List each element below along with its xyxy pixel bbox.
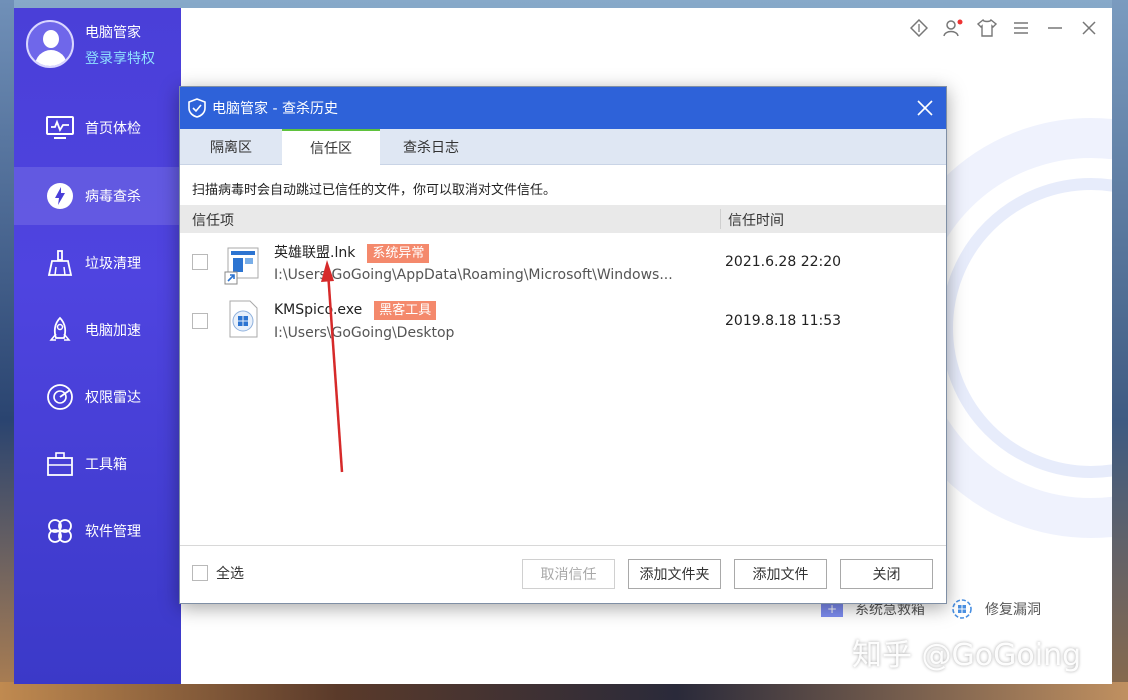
footer-divider — [180, 545, 946, 546]
tab-trust-zone[interactable]: 信任区 — [282, 129, 380, 165]
sidebar-item-junk-clean[interactable]: 垃圾清理 — [14, 234, 181, 292]
tab-quarantine[interactable]: 隔离区 — [180, 129, 282, 165]
tab-scan-log[interactable]: 查杀日志 — [380, 129, 482, 165]
desktop-edge-left — [0, 0, 14, 700]
fix-vulnerability-link[interactable]: 修复漏洞 — [985, 599, 1041, 619]
clover-icon — [45, 516, 75, 546]
shortcut-file-icon — [224, 246, 262, 286]
sidebar-item-software-manager[interactable]: 软件管理 — [14, 502, 181, 560]
sidebar-item-label: 垃圾清理 — [85, 256, 141, 272]
sidebar-item-permission-radar[interactable]: 权限雷达 — [14, 368, 181, 426]
column-divider — [720, 209, 721, 229]
untrust-button[interactable]: 取消信任 — [522, 559, 615, 589]
repair-icon — [951, 598, 973, 620]
sidebar-item-label: 软件管理 — [85, 524, 141, 540]
table-row[interactable]: 英雄联盟.lnk 系统异常 I:\Users\GoGoing\AppData\Ro… — [180, 234, 946, 292]
toolbox-icon — [45, 449, 75, 479]
sidebar-item-virus-scan[interactable]: 病毒查杀 — [14, 167, 181, 225]
dialog-tabs: 隔离区 信任区 查杀日志 — [180, 129, 946, 165]
column-header-item: 信任项 — [192, 213, 234, 229]
sidebar: 电脑管家 登录享特权 首页体检 病毒查杀 垃圾清理 电脑加速 权限雷达 工具箱 … — [14, 8, 181, 684]
window-controls — [906, 16, 1102, 40]
file-name: KMSpico.exe — [274, 302, 363, 318]
threat-tag: 系统异常 — [367, 244, 430, 263]
profile: 电脑管家 登录享特权 — [26, 18, 176, 88]
app-name: 电脑管家 — [85, 25, 141, 41]
column-header-time: 信任时间 — [728, 213, 784, 229]
desktop-edge-right — [1112, 0, 1128, 700]
user-switch-icon[interactable] — [940, 16, 966, 40]
minimize-icon[interactable] — [1042, 16, 1068, 40]
file-name-cell: KMSpico.exe 黑客工具 — [274, 301, 437, 320]
watermark: 知乎 @GoGoing — [852, 638, 1082, 673]
scan-history-dialog: 电脑管家 - 查杀历史 隔离区 信任区 查杀日志 扫描病毒时会自动跳过已信任的文… — [179, 86, 947, 604]
close-icon[interactable] — [1076, 16, 1102, 40]
trust-time: 2021.6.28 22:20 — [725, 254, 842, 270]
dialog-close-icon[interactable] — [912, 95, 938, 121]
login-link[interactable]: 登录享特权 — [85, 48, 155, 68]
shield-icon — [188, 98, 206, 118]
radar-icon — [45, 382, 75, 412]
dialog-titlebar: 电脑管家 - 查杀历史 — [180, 87, 946, 129]
select-all-label: 全选 — [216, 566, 244, 582]
desktop-edge-bottom — [0, 682, 1128, 700]
table-header: 信任项 信任时间 — [180, 205, 946, 233]
broom-icon — [45, 248, 75, 278]
file-path: I:\Users\GoGoing\AppData\Roaming\Microso… — [274, 267, 673, 283]
file-name-cell: 英雄联盟.lnk 系统异常 — [274, 242, 430, 263]
sidebar-item-label: 工具箱 — [85, 457, 127, 473]
sidebar-item-label: 首页体检 — [85, 121, 141, 137]
monitor-icon — [45, 113, 75, 143]
dialog-title: 电脑管家 - 查杀历史 — [212, 101, 338, 117]
threat-tag: 黑客工具 — [374, 301, 437, 320]
row-checkbox[interactable] — [192, 254, 208, 270]
sidebar-item-speed-up[interactable]: 电脑加速 — [14, 301, 181, 359]
menu-icon[interactable] — [1008, 16, 1034, 40]
file-path: I:\Users\GoGoing\Desktop — [274, 325, 455, 341]
skin-shirt-icon[interactable] — [974, 16, 1000, 40]
sidebar-item-label: 权限雷达 — [85, 390, 141, 406]
add-file-button[interactable]: 添加文件 — [734, 559, 827, 589]
row-checkbox[interactable] — [192, 313, 208, 329]
table-row[interactable]: KMSpico.exe 黑客工具 I:\Users\GoGoing\Desktop… — [180, 293, 946, 351]
file-name: 英雄联盟.lnk — [274, 245, 356, 261]
lightning-shield-icon — [45, 181, 75, 211]
trust-hint: 扫描病毒时会自动跳过已信任的文件，你可以取消对文件信任。 — [192, 183, 557, 198]
add-folder-button[interactable]: 添加文件夹 — [628, 559, 721, 589]
exe-file-icon — [224, 299, 262, 339]
sidebar-item-toolbox[interactable]: 工具箱 — [14, 435, 181, 493]
sidebar-item-label: 电脑加速 — [85, 323, 141, 339]
avatar[interactable] — [26, 20, 74, 68]
select-all-checkbox[interactable] — [192, 565, 208, 581]
sidebar-item-home-checkup[interactable]: 首页体检 — [14, 99, 181, 157]
close-button[interactable]: 关闭 — [840, 559, 933, 589]
diamond-icon[interactable] — [906, 16, 932, 40]
trust-time: 2019.8.18 11:53 — [725, 313, 842, 329]
sidebar-item-label: 病毒查杀 — [85, 189, 141, 205]
rocket-icon — [45, 315, 75, 345]
